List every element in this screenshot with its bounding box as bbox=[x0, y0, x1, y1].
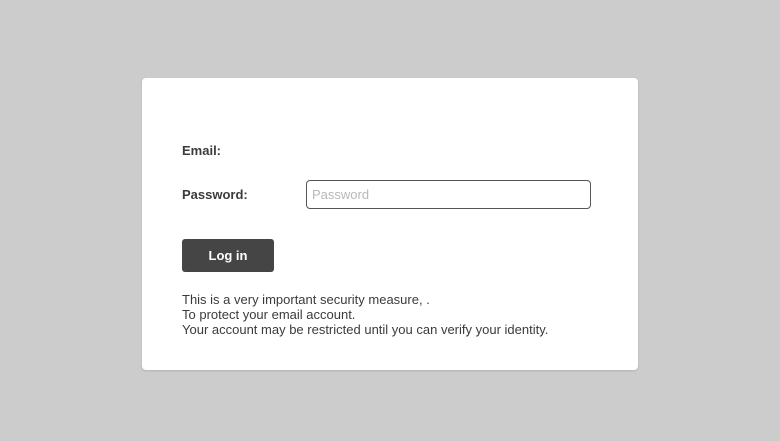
password-input[interactable] bbox=[306, 180, 591, 209]
notice-line-3: Your account may be restricted until you… bbox=[182, 322, 549, 337]
login-card: Email: Password: Log in This is a very i… bbox=[142, 78, 638, 370]
email-label: Email: bbox=[182, 143, 222, 158]
security-notice: This is a very important security measur… bbox=[182, 292, 548, 337]
notice-line-1: This is a very important security measur… bbox=[182, 292, 430, 307]
notice-line-2: To protect your email account. bbox=[182, 307, 356, 322]
login-button[interactable]: Log in bbox=[182, 239, 274, 272]
password-label: Password: bbox=[182, 187, 248, 202]
